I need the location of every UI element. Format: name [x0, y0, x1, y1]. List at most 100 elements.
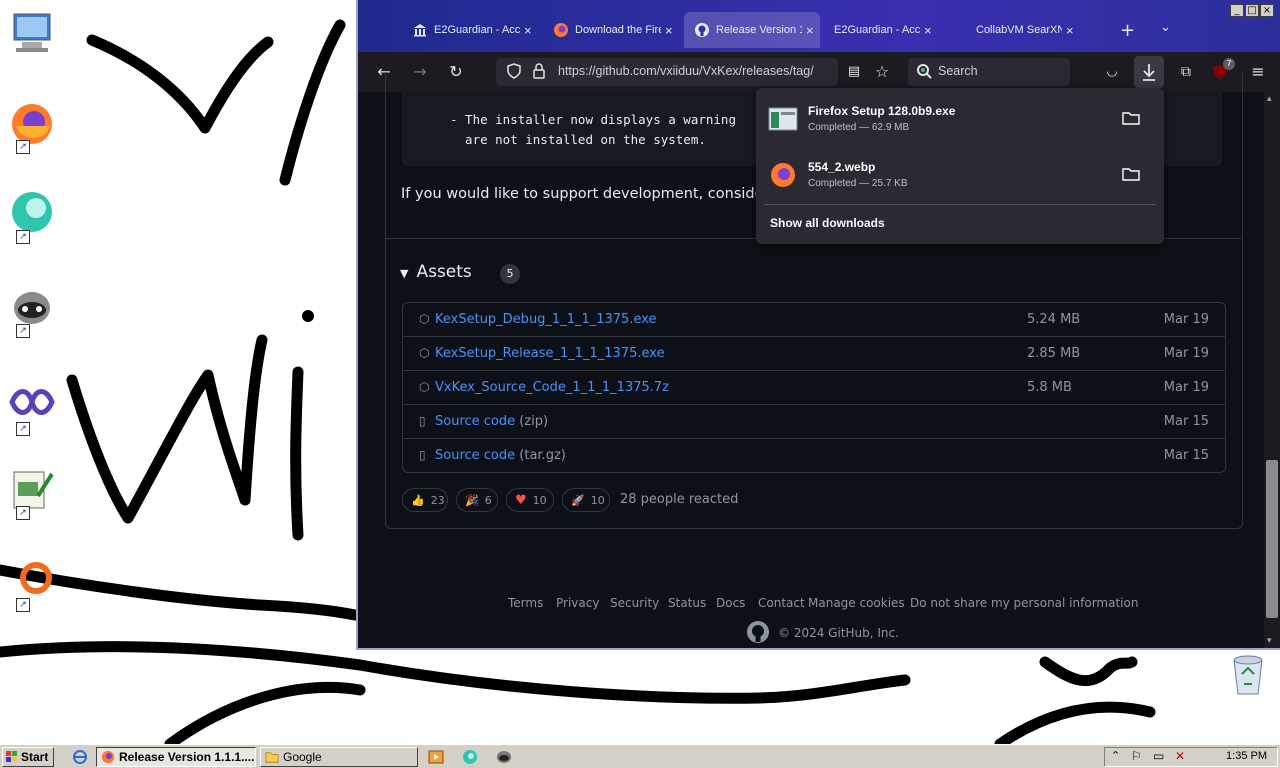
minimize-button[interactable]: _ [1230, 4, 1244, 17]
notepad-desktop-icon[interactable]: ↗ [8, 466, 60, 520]
scroll-up-arrow-icon[interactable]: ▴ [1267, 94, 1272, 104]
folder-icon[interactable] [1122, 166, 1140, 182]
footer-link-status[interactable]: Status [668, 596, 706, 610]
raccoon-taskbar-icon[interactable] [496, 749, 512, 765]
tab-bar: _ □ × E2Guardian - Access × Download the… [358, 0, 1280, 52]
shortcut-arrow-icon: ↗ [16, 506, 30, 520]
package-icon: ⬡ [419, 346, 430, 360]
footer-link-docs[interactable]: Docs [716, 596, 745, 610]
tab-label: E2Guardian - Access [834, 24, 920, 36]
tab-close-icon[interactable]: × [524, 23, 532, 38]
github-logo-icon[interactable] [746, 620, 770, 644]
download-status: Completed — 25.7 KB [808, 178, 908, 189]
footer-link-terms[interactable]: Terms [508, 596, 543, 610]
shortcut-arrow-icon: ↗ [16, 140, 30, 154]
folder-icon [265, 752, 279, 763]
footer-link-do-not-share[interactable]: Do not share my personal information [910, 596, 1138, 610]
my-computer-icon[interactable] [8, 10, 60, 62]
maximize-button[interactable]: □ [1245, 4, 1259, 17]
tab-close-icon[interactable]: × [1066, 23, 1074, 38]
firefox-window: _ □ × E2Guardian - Access × Download the… [356, 0, 1280, 650]
footer-link-contact[interactable]: Contact [758, 596, 805, 610]
reaction-thumbs-up[interactable]: 👍 23 [402, 488, 448, 512]
tab-close-icon[interactable]: × [665, 23, 673, 38]
taskbar-button-firefox[interactable]: Release Version 1.1.1.... [96, 747, 256, 767]
support-text: If you would like to support development… [401, 186, 770, 202]
download-item[interactable]: Firefox Setup 128.0b9.exe Completed — 62… [764, 96, 1156, 144]
installer-icon [768, 107, 798, 131]
tab-release-version[interactable]: Release Version 1.1.1 × [684, 12, 820, 48]
tab-e2guardian-2[interactable]: E2Guardian - Access × [816, 12, 952, 48]
caret-down-icon: ▼ [400, 267, 409, 280]
media-player-icon[interactable] [428, 749, 444, 765]
download-item[interactable]: 554_2.webp Completed — 25.7 KB [764, 152, 1156, 200]
firefox-icon [553, 22, 569, 38]
asset-link[interactable]: VxKex_Source_Code_1_1_1_1375.7z [435, 380, 669, 395]
shortcut-arrow-icon: ↗ [16, 324, 30, 338]
rocket-icon: 🚀 [571, 493, 585, 507]
tray-expand-icon[interactable]: ⌃ [1111, 749, 1120, 762]
asset-size: 5.24 MB [1027, 312, 1081, 327]
folder-icon[interactable] [1122, 110, 1140, 126]
heart-icon: ♥ [515, 492, 527, 508]
reaction-hooray[interactable]: 🎉 6 [456, 488, 498, 512]
tab-close-icon[interactable]: × [806, 23, 814, 38]
divider [764, 204, 1156, 205]
download-status: Completed — 62.9 MB [808, 122, 910, 133]
taskbar-button-google[interactable]: Google [260, 747, 418, 767]
assets-toggle[interactable]: ▼ Assets [400, 262, 472, 282]
firefox-file-icon [771, 163, 795, 187]
ie-quicklaunch-icon[interactable] [72, 749, 88, 765]
raccoon-desktop-icon[interactable]: ↗ [8, 284, 60, 338]
tab-collabvm-searxng[interactable]: CollabVM SearXNG × [958, 12, 1094, 48]
tab-label: Release Version 1.1.1 [716, 24, 802, 36]
close-window-button[interactable]: × [1260, 4, 1274, 17]
tab-download-firefox[interactable]: Download the Firefox × [543, 12, 679, 48]
footer-link-manage-cookies[interactable]: Manage cookies [808, 596, 905, 610]
taskbar-button-label: Release Version 1.1.1.... [119, 750, 255, 764]
scrollbar-thumb[interactable] [1266, 460, 1278, 618]
tab-label: E2Guardian - Access [434, 24, 520, 36]
asset-row: ⬡ KexSetup_Debug_1_1_1_1375.exe 5.24 MB … [403, 303, 1225, 336]
network-icon[interactable]: ▭ [1153, 749, 1164, 763]
recycle-bin-icon[interactable] [1226, 650, 1278, 702]
firefox-icon [101, 750, 115, 764]
asset-date: Mar 15 [1163, 448, 1209, 463]
clock[interactable]: 1:35 PM [1226, 750, 1267, 762]
new-tab-button[interactable]: + [1120, 20, 1135, 41]
shortcut-arrow-icon: ↗ [16, 230, 30, 244]
reaction-rocket[interactable]: 🚀 10 [562, 488, 610, 512]
list-all-tabs-chevron-icon[interactable]: ⌄ [1160, 20, 1171, 35]
assets-title: Assets [416, 262, 472, 282]
tab-close-icon[interactable]: × [924, 23, 932, 38]
origin-desktop-icon[interactable]: ↗ [8, 558, 60, 612]
tab-label: CollabVM SearXNG [976, 24, 1062, 36]
asset-link[interactable]: Source code (zip) [435, 414, 548, 429]
visual-studio-desktop-icon[interactable]: ↗ [8, 382, 60, 436]
assets-count-badge: 5 [500, 264, 520, 284]
tab-e2guardian-1[interactable]: E2Guardian - Access × [402, 12, 538, 48]
edge-taskbar-icon[interactable] [462, 749, 478, 765]
asset-link[interactable]: KexSetup_Release_1_1_1_1375.exe [435, 346, 665, 361]
code-line: - The installer now displays a warning [450, 112, 736, 127]
edge-desktop-icon[interactable]: ↗ [8, 190, 60, 244]
footer-link-privacy[interactable]: Privacy [556, 596, 599, 610]
flag-icon[interactable]: ⚐ [1131, 749, 1142, 763]
scroll-down-arrow-icon[interactable]: ▾ [1267, 636, 1272, 646]
asset-link[interactable]: KexSetup_Debug_1_1_1_1375.exe [435, 312, 657, 327]
vertical-scrollbar[interactable]: ▴ ▾ [1264, 92, 1280, 648]
shortcut-arrow-icon: ↗ [16, 422, 30, 436]
reaction-heart[interactable]: ♥ 10 [506, 488, 554, 512]
footer-link-security[interactable]: Security [610, 596, 659, 610]
asset-date: Mar 15 [1163, 414, 1209, 429]
start-button[interactable]: Start [2, 747, 54, 767]
show-all-downloads-button[interactable]: Show all downloads [770, 216, 885, 230]
hamburger-menu-icon[interactable]: ≡ [1248, 62, 1268, 82]
asset-size: 5.8 MB [1027, 380, 1072, 395]
firefox-desktop-icon[interactable]: ↗ [8, 100, 60, 154]
windows-logo-icon [6, 751, 17, 762]
thumbs-up-icon: 👍 [411, 493, 425, 507]
asset-link[interactable]: Source code (tar.gz) [435, 448, 566, 463]
copyright-text: © 2024 GitHub, Inc. [778, 626, 899, 640]
volume-muted-icon[interactable]: ✕ [1175, 749, 1185, 763]
